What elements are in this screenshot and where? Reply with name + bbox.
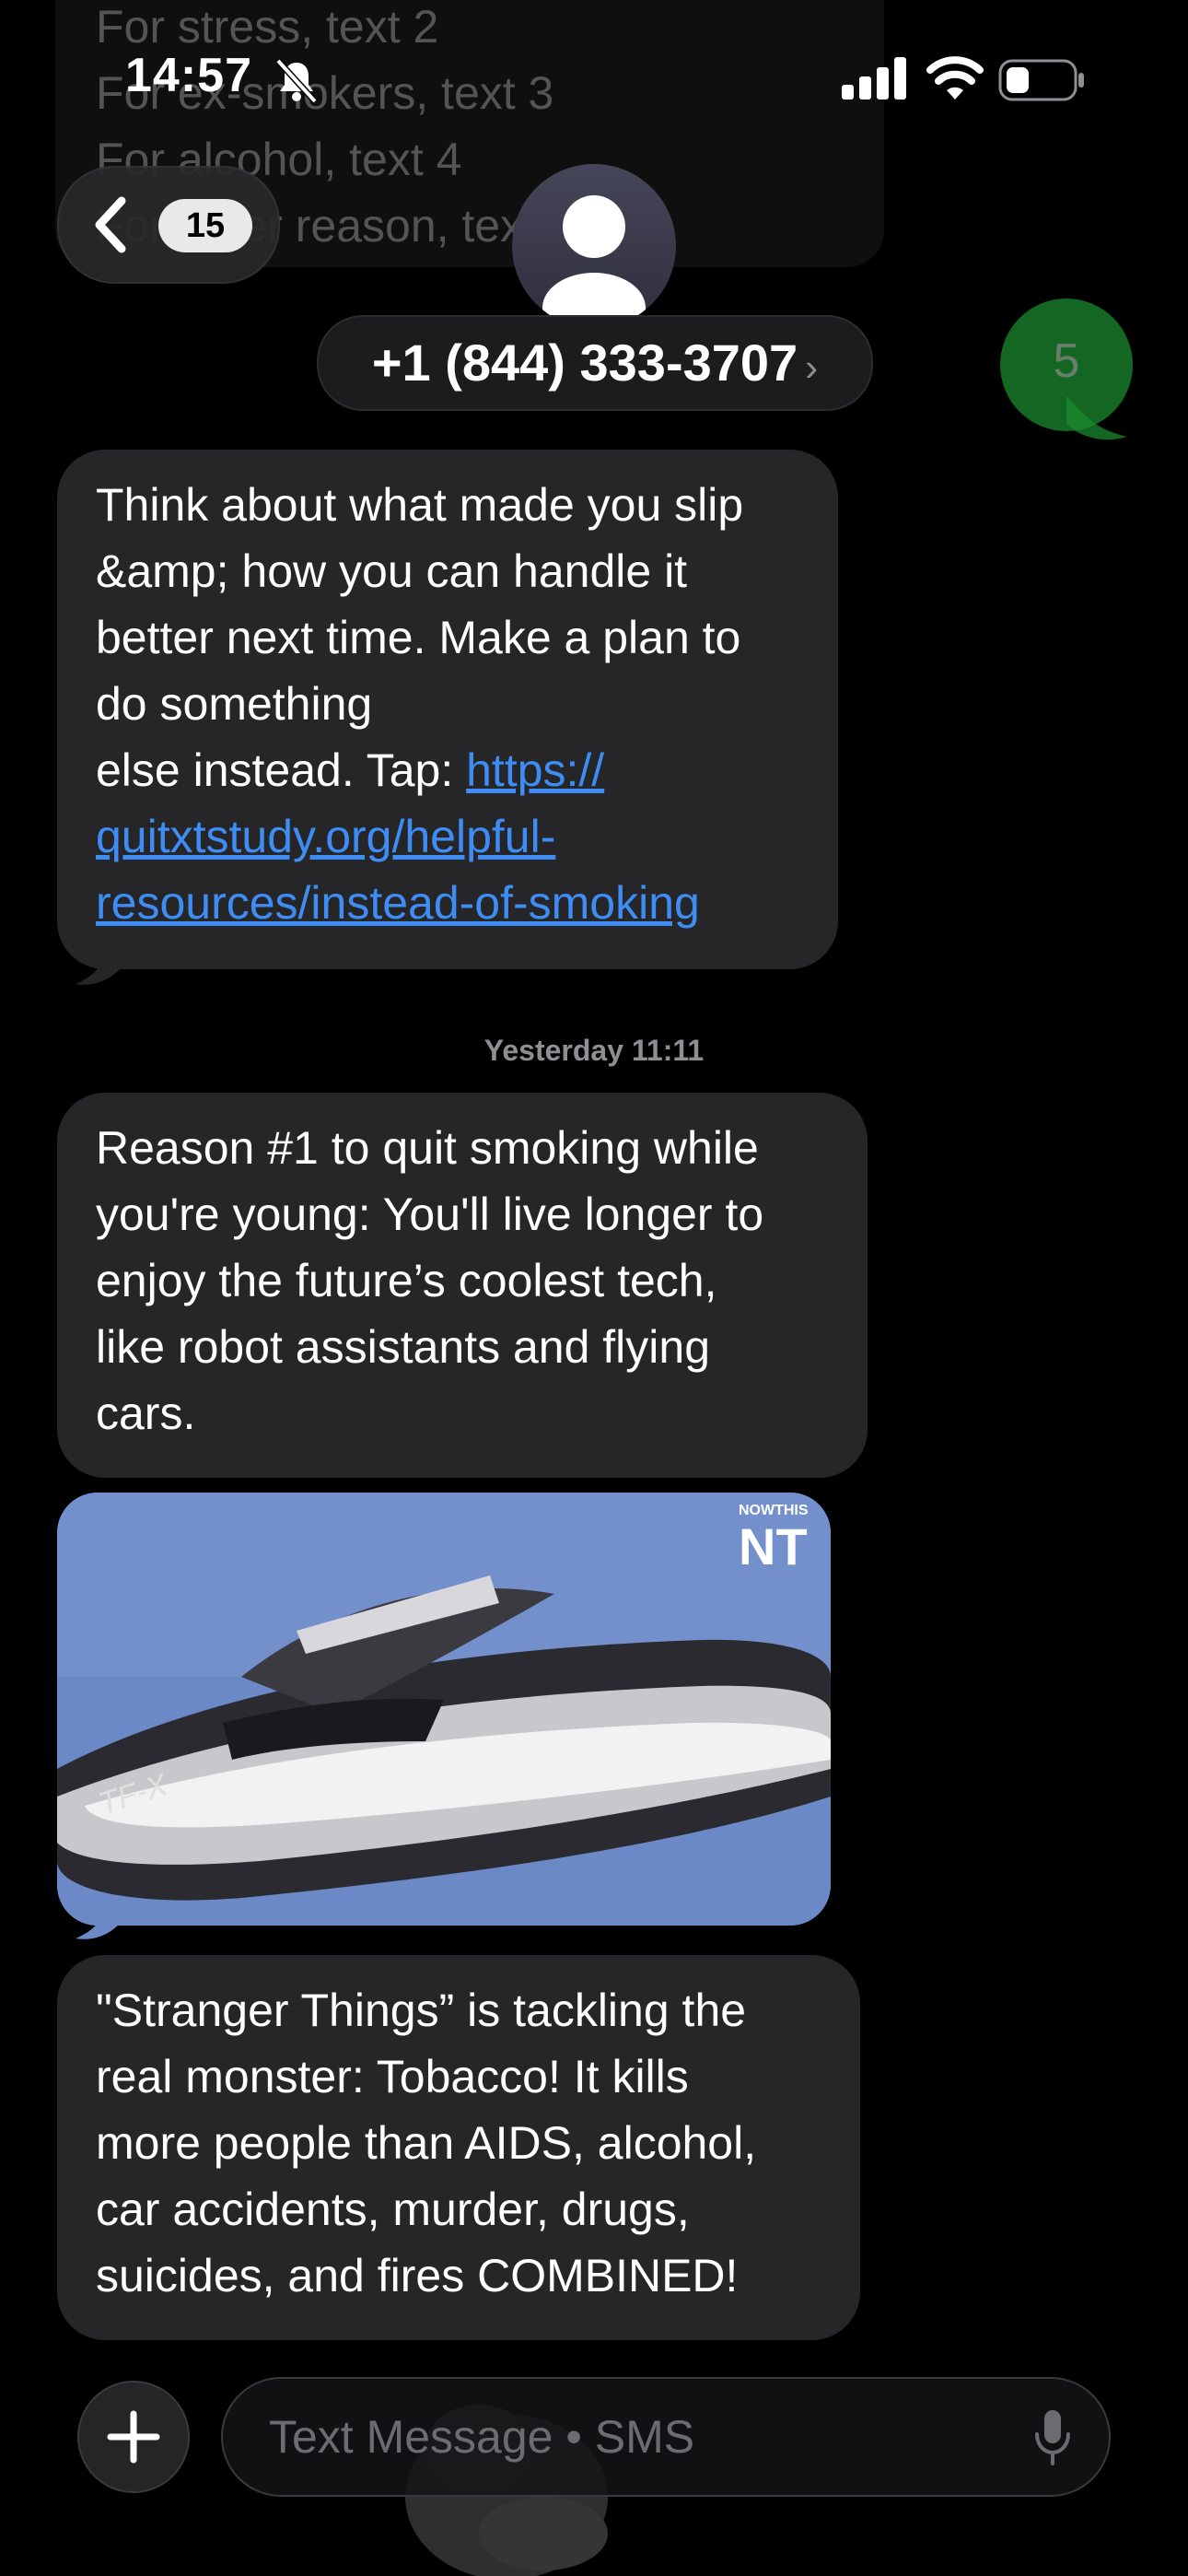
incoming-message-bubble[interactable]: Think about what made you slip &amp; how… bbox=[57, 450, 838, 969]
status-time: 14:57 bbox=[125, 49, 252, 102]
contact-avatar[interactable] bbox=[512, 164, 676, 328]
wifi-icon bbox=[926, 56, 984, 100]
bell-slash-icon bbox=[275, 58, 318, 104]
chevron-right-icon: › bbox=[805, 345, 819, 389]
sent-message-text: 5 bbox=[1053, 334, 1080, 388]
message-text: Think about what made you slip &amp; how… bbox=[96, 479, 744, 796]
image-attachment[interactable]: TF-X NOWTHIS NT bbox=[57, 1493, 831, 1926]
bubble-tail bbox=[76, 1898, 125, 1939]
add-attachment-button[interactable] bbox=[77, 2381, 190, 2493]
incoming-message-bubble[interactable]: Reason #1 to quit smoking while you're y… bbox=[57, 1093, 868, 1478]
contact-name-button[interactable]: +1 (844) 333-3707 › bbox=[317, 315, 873, 411]
person-icon bbox=[542, 195, 646, 328]
battery-icon bbox=[998, 59, 1084, 101]
flying-car-image: TF-X NOWTHIS NT bbox=[57, 1493, 831, 1926]
faded-line: For stress, text 2 bbox=[96, 1, 439, 53]
watermark-logo: NT bbox=[739, 1517, 808, 1575]
bubble-tail bbox=[76, 943, 125, 985]
message-text: Reason #1 to quit smoking while you're y… bbox=[96, 1122, 764, 1439]
sent-bubble-tail bbox=[1066, 396, 1127, 440]
watermark-small: NOWTHIS bbox=[739, 1503, 809, 1518]
message-text: "Stranger Things” is tackling the real m… bbox=[96, 1985, 757, 2301]
back-button[interactable]: 15 bbox=[57, 166, 280, 284]
chevron-left-icon bbox=[95, 196, 126, 253]
message-input-placeholder: Text Message • SMS bbox=[269, 2411, 695, 2463]
unread-count-badge: 15 bbox=[158, 199, 252, 252]
plus-icon bbox=[107, 2410, 160, 2464]
message-input[interactable]: Text Message • SMS bbox=[221, 2377, 1111, 2497]
incoming-message-bubble[interactable]: "Stranger Things” is tackling the real m… bbox=[57, 1955, 860, 2340]
microphone-icon[interactable] bbox=[1031, 2408, 1074, 2467]
message-timestamp: Yesterday 11:11 bbox=[483, 1034, 705, 1067]
contact-name: +1 (844) 333-3707 bbox=[371, 334, 798, 392]
cellular-signal-icon bbox=[842, 57, 906, 100]
